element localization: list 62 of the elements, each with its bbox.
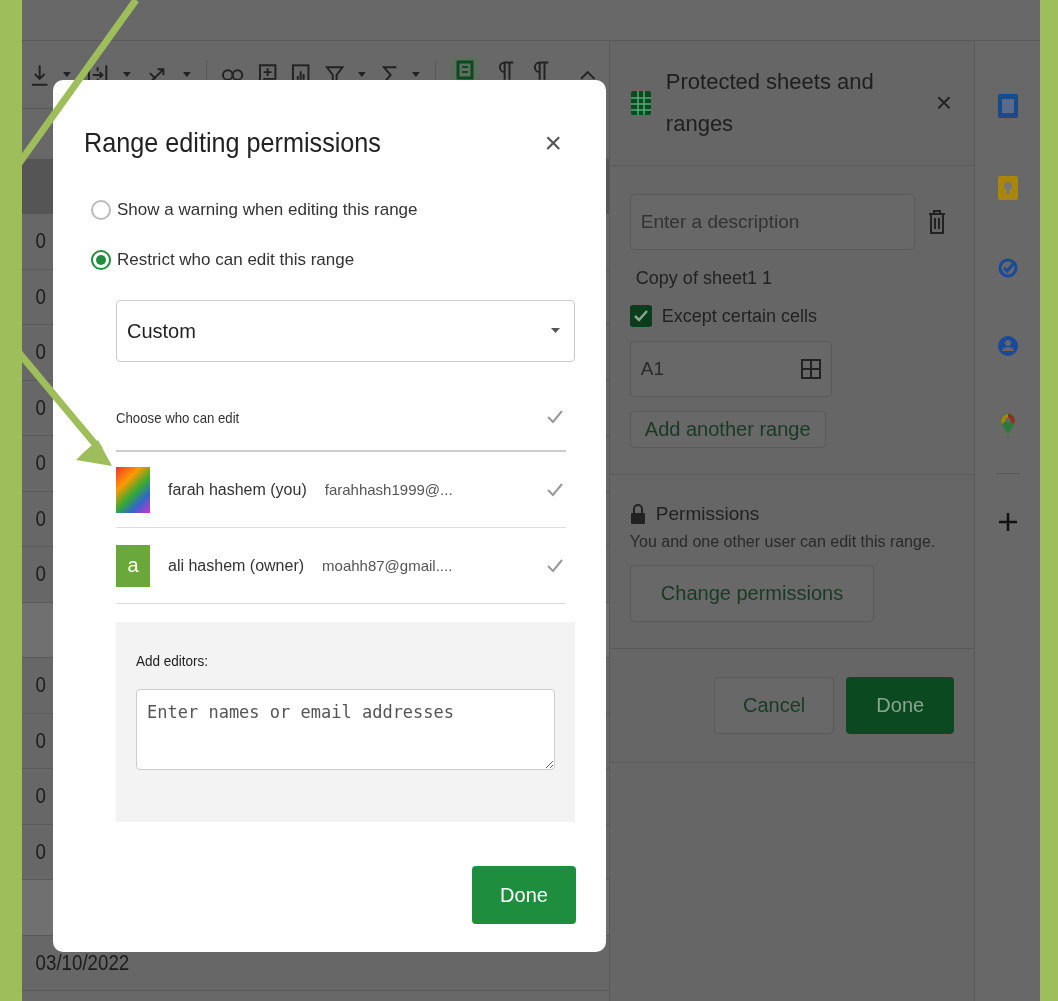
done-button[interactable]: Done [846,677,955,734]
radio-option[interactable]: Restrict who can edit this range [91,250,576,270]
checkmark-icon[interactable] [546,557,564,574]
link-icon[interactable] [220,66,245,83]
avatar-letter: a [116,544,150,587]
checkmark-icon[interactable] [546,409,564,425]
checkbox-label: Except certain cells [661,305,817,327]
add-range-button[interactable]: Add another range [629,411,826,448]
editors-dropdown[interactable]: Custom [116,300,575,362]
cancel-button[interactable]: Cancel [714,677,835,734]
calendar-icon[interactable] [996,93,1019,119]
cell-value: 0 [34,283,46,310]
align-bottom-icon[interactable] [30,62,50,87]
collapse-toolbar-icon[interactable] [578,68,596,81]
lightbulb-note-icon[interactable] [996,175,1019,201]
caret-icon[interactable] [183,71,192,78]
cell-value: 0 [34,505,46,532]
checkmark-icon [632,309,649,323]
cell-value: 03/10/2022 [34,949,130,976]
editors-input-field[interactable]: Enter names or email addresses [136,689,555,770]
cell-value: 0 [34,228,46,255]
cell-value: 0 [34,339,46,366]
trash-icon[interactable] [926,209,947,235]
range-name: Copy of sheet1 1 [635,268,772,289]
dialog-title: Range editing permissions [84,127,381,159]
cell-value: 0 [34,450,46,477]
grid-select-icon[interactable] [800,359,821,379]
checkmark-circle-icon[interactable] [996,257,1019,279]
done-button[interactable]: Done [472,866,576,924]
choose-editors-label: Choose who can edit [116,408,240,426]
editor-name: farah hashem (you) [168,480,307,499]
caret-icon[interactable] [358,71,367,78]
checkbox[interactable] [629,305,652,327]
panel-title: Protected sheets and ranges [665,68,875,138]
close-button[interactable]: × [544,126,562,160]
caret-icon[interactable] [412,71,421,78]
cell-value: 0 [34,783,46,810]
dropdown-caret-icon [551,328,560,334]
caret-icon[interactable] [123,71,132,78]
cell-value: 0 [34,394,46,421]
map-pin-icon[interactable] [999,413,1016,435]
editor-email: farahhash1999@... [324,481,454,498]
radio-option[interactable]: Show a warning when editing this range [91,200,576,220]
checkmark-icon[interactable] [546,481,564,498]
plus-icon[interactable] [997,512,1018,532]
lock-icon [629,503,646,525]
cell-value: 0 [34,672,46,699]
close-button[interactable]: × [935,87,953,119]
permissions-text: You and one other user can edit this range. [629,533,936,551]
cell-value: 0 [34,727,46,754]
editor-name: ali hashem (owner) [168,556,305,575]
add-editors-label: Add editors: [136,652,210,669]
cell-value: 0 [34,561,46,588]
sheets-icon [629,90,652,116]
person-icon[interactable] [996,335,1019,357]
permissions-title: Permissions [655,503,760,525]
cell-value: 0 [34,838,46,865]
caret-icon[interactable] [63,71,73,78]
change-permissions-button[interactable]: Change permissions [629,565,875,622]
range-field[interactable]: A1 [629,341,832,397]
photo-placeholder [116,466,150,513]
editor-email: moahh87@gmail.... [322,557,454,574]
